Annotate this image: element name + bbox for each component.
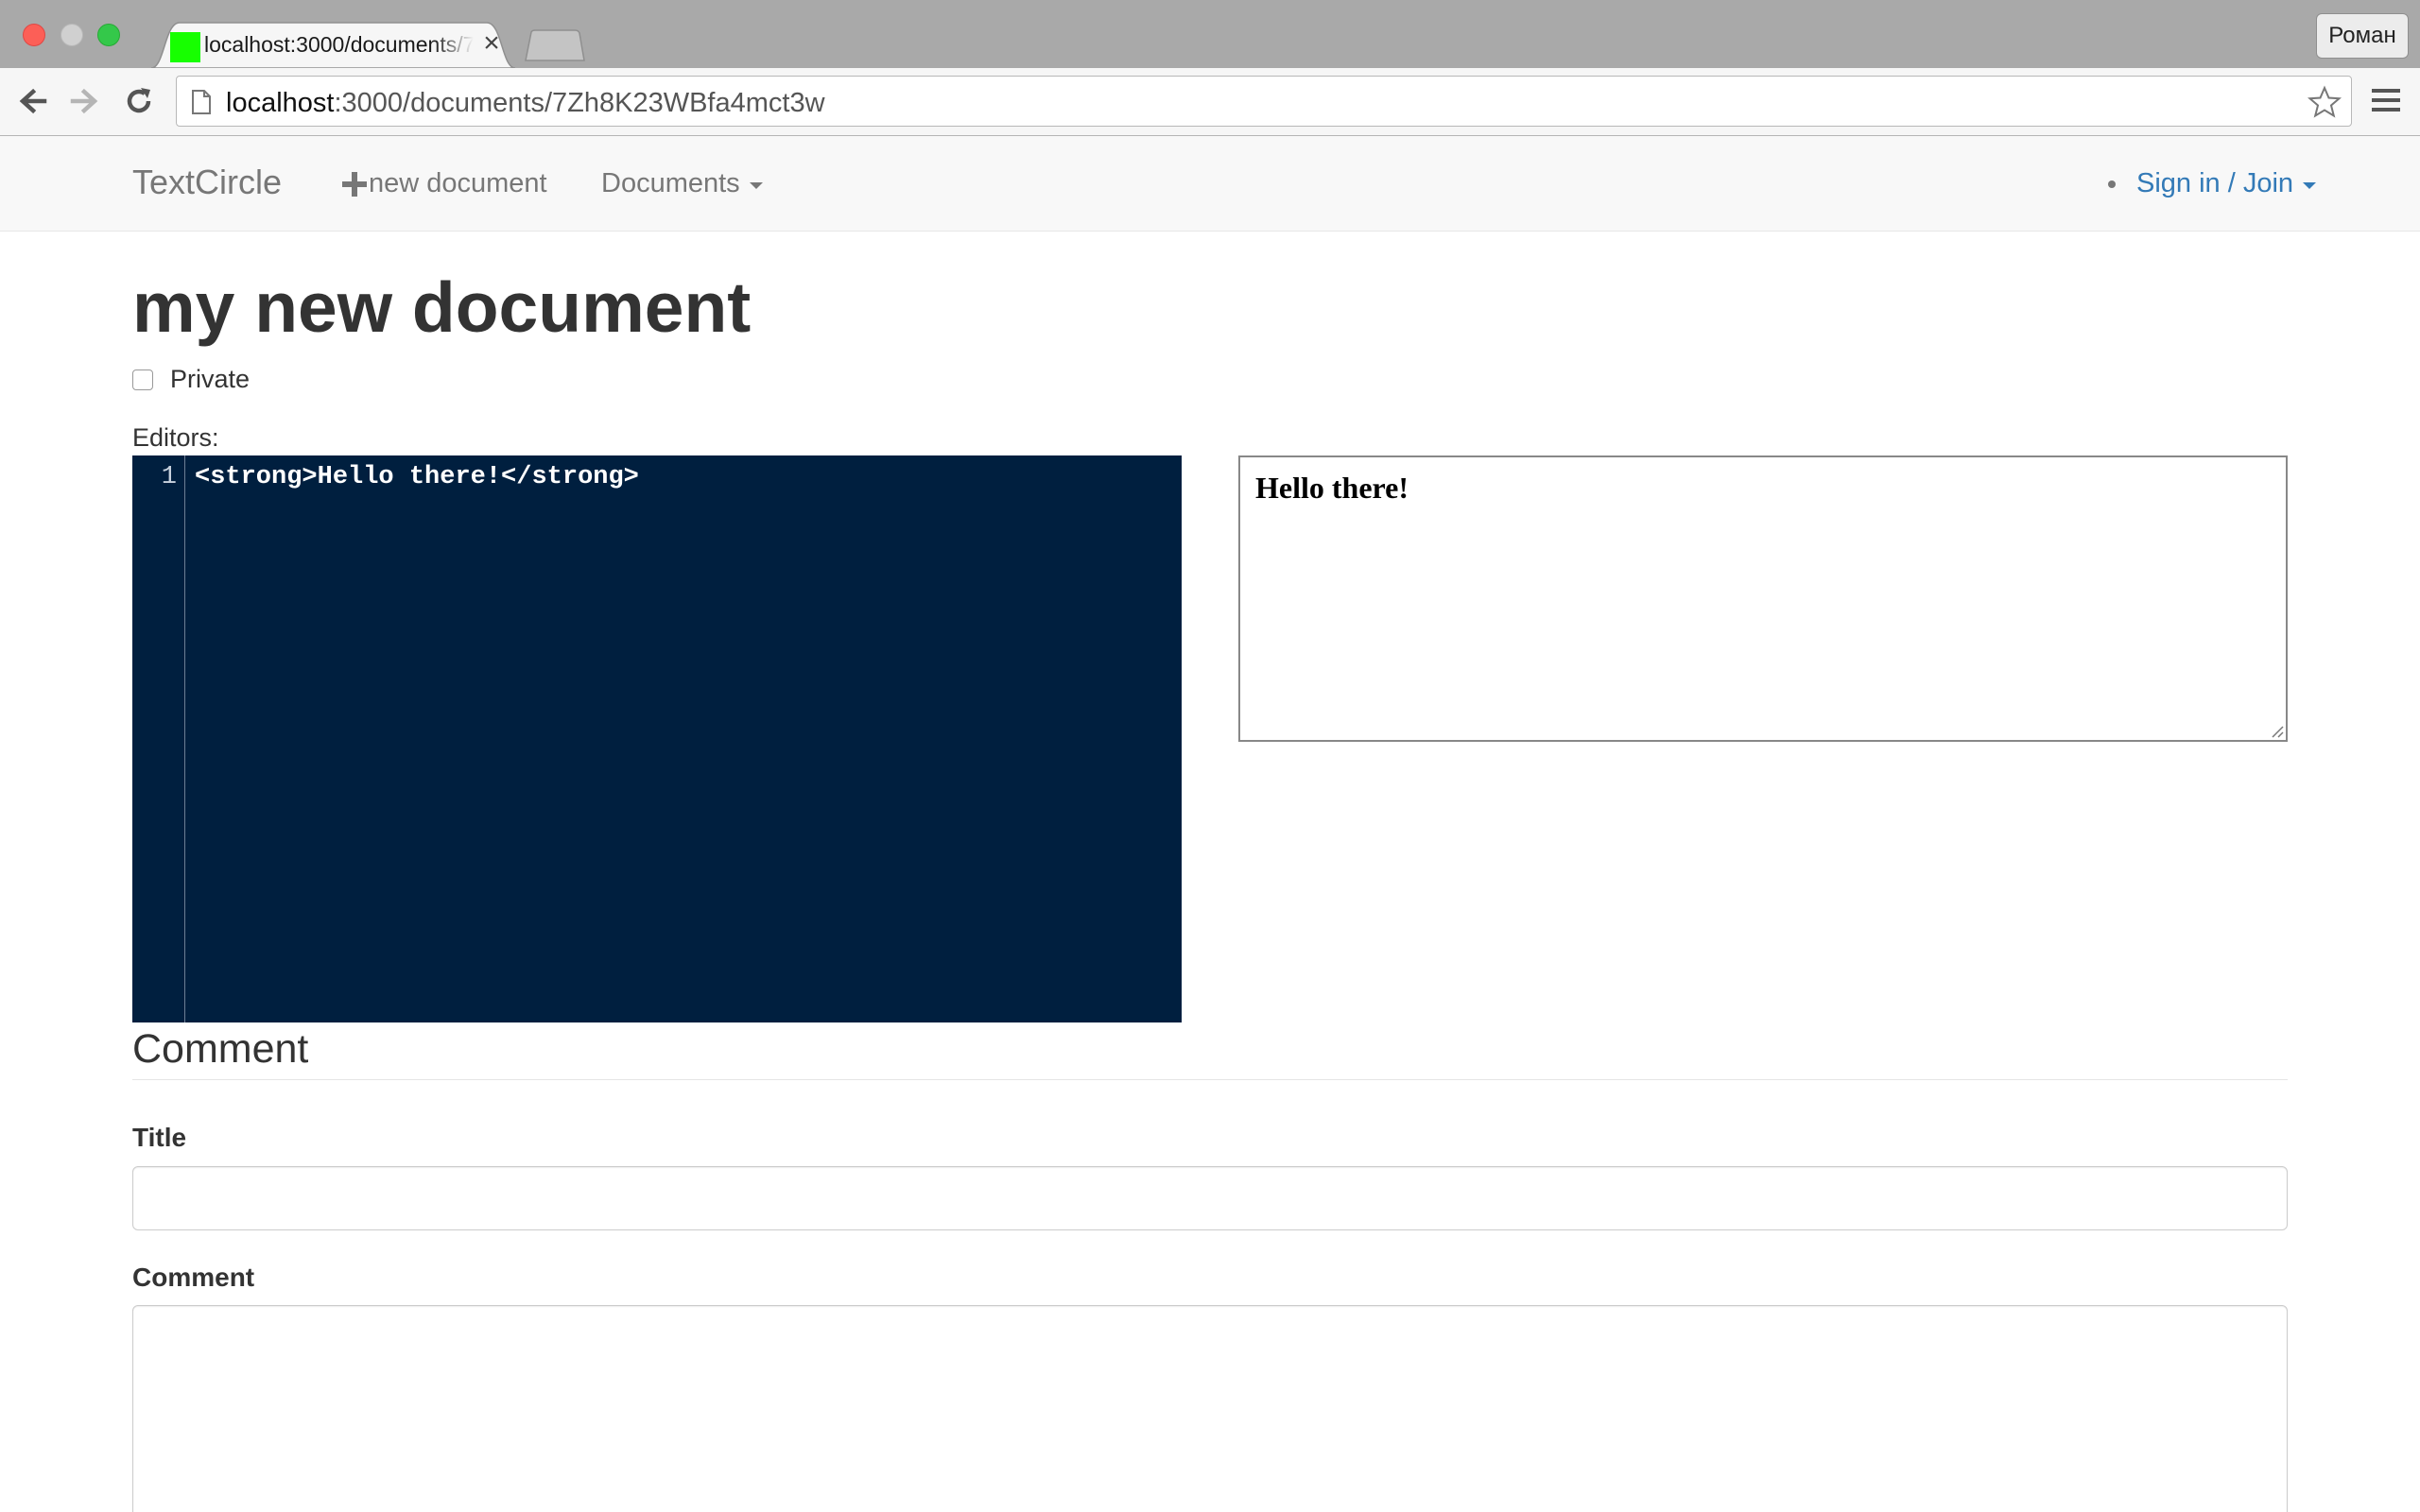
comment-label: Comment <box>132 1263 255 1292</box>
window-maximize-button[interactable] <box>97 24 120 46</box>
browser-toolbar: localhost:3000/documents/7Zh8K23WBfa4mct… <box>0 68 2420 136</box>
back-button[interactable] <box>13 81 53 121</box>
back-icon <box>19 88 47 114</box>
preview-pane: Hello there! <box>1238 455 2288 742</box>
editors-label: Editors: <box>132 423 219 452</box>
browser-tab-active[interactable]: localhost:3000/documents/7Zh8K23WBfa4mct… <box>151 21 515 68</box>
star-icon[interactable] <box>2308 85 2342 119</box>
plus-icon <box>342 171 367 197</box>
forward-icon <box>70 88 98 114</box>
signin-label: Sign in / Join <box>2136 168 2294 198</box>
caret-down-icon <box>749 182 763 189</box>
address-url[interactable]: localhost:3000/documents/7Zh8K23WBfa4mct… <box>226 88 825 119</box>
code-editor[interactable]: 1 <strong>Hello there!</strong> <box>132 455 1182 1022</box>
signin-dropdown[interactable]: Sign in / Join <box>2108 168 2317 199</box>
profile-button[interactable]: Роман <box>2316 13 2409 59</box>
bullet-icon <box>2108 180 2116 188</box>
tab-title: localhost:3000/documents/7Zh8K23WBfa4mct… <box>204 32 474 57</box>
comment-title-input[interactable] <box>132 1166 2288 1230</box>
app-navbar: TextCircle new document Documents Sign i… <box>0 136 2420 232</box>
new-document-label: new document <box>369 168 547 198</box>
brand-logo[interactable]: TextCircle <box>132 163 282 202</box>
reload-icon <box>127 88 151 113</box>
browser-tabstrip: localhost:3000/documents/7Zh8K23WBfa4mct… <box>0 0 2420 68</box>
new-tab-icon <box>525 29 585 61</box>
documents-label: Documents <box>601 168 740 198</box>
new-document-link[interactable]: new document <box>342 168 547 199</box>
preview-text: Hello there! <box>1255 471 1409 505</box>
comment-section-title: Comment <box>132 1026 309 1072</box>
url-host: localhost <box>226 88 335 118</box>
document-title: my new document <box>132 267 752 347</box>
title-label: Title <box>132 1123 187 1152</box>
close-icon[interactable]: × <box>478 29 505 58</box>
new-tab-button[interactable] <box>522 28 586 62</box>
tab-favicon <box>170 32 200 62</box>
reload-button[interactable] <box>119 81 159 121</box>
private-label: Private <box>170 365 251 393</box>
menu-icon[interactable] <box>2371 85 2401 115</box>
forward-button[interactable] <box>64 81 104 121</box>
documents-dropdown[interactable]: Documents <box>601 168 763 199</box>
private-checkbox[interactable] <box>132 369 153 390</box>
code-line[interactable]: <strong>Hello there!</strong> <box>195 463 639 491</box>
resize-grip-icon[interactable] <box>2269 723 2284 738</box>
comment-textarea[interactable] <box>132 1305 2288 1512</box>
url-path: :3000/documents/7Zh8K23WBfa4mct3w <box>334 88 825 118</box>
window-close-button[interactable] <box>23 24 45 46</box>
section-divider <box>132 1079 2288 1080</box>
window-minimize-button[interactable] <box>60 24 83 46</box>
address-bar[interactable]: localhost:3000/documents/7Zh8K23WBfa4mct… <box>176 76 2352 127</box>
caret-down-icon <box>2303 182 2317 189</box>
line-number: 1 <box>161 463 177 491</box>
private-toggle[interactable]: Private <box>132 365 250 394</box>
editor-gutter: 1 <box>132 455 185 1022</box>
page-icon <box>192 90 211 114</box>
